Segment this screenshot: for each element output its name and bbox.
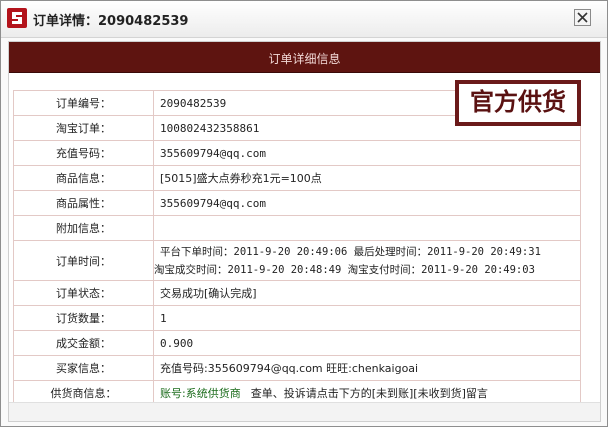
product-info-label: 商品信息： bbox=[13, 165, 154, 191]
app-logo-icon bbox=[7, 8, 27, 28]
buyer-info-label: 买家信息： bbox=[13, 355, 154, 381]
buyer-info-value: 充值号码:355609794@qq.com 旺旺:chenkaigoai bbox=[153, 355, 581, 381]
order-time-line-2: 淘宝成交时间：2011-9-20 20:48:49 淘宝支付时间：2011-9-… bbox=[154, 263, 535, 276]
order-status-label: 订单状态： bbox=[13, 280, 154, 306]
close-icon bbox=[577, 12, 588, 23]
close-button[interactable] bbox=[574, 9, 591, 26]
deal-amount-label: 成交金额： bbox=[13, 330, 154, 356]
supplier-account: 账号:系统供货商 bbox=[160, 387, 241, 400]
order-qty-label: 订货数量： bbox=[13, 305, 154, 331]
dialog-content: 订单详细信息 官方供货 订单编号： 2090482539 淘宝订单： 10080… bbox=[8, 41, 601, 422]
dialog-footer bbox=[9, 402, 600, 421]
table-row: 订单时间： 平台下单时间：2011-9-20 20:49:06 最后处理时间：2… bbox=[13, 240, 581, 281]
order-time-label: 订单时间： bbox=[13, 240, 154, 281]
table-row: 商品信息： [5015]盛大点券秒充1元=100点 bbox=[13, 165, 581, 191]
dialog-titlebar: 订单详情：2090482539 bbox=[1, 1, 607, 38]
extra-info-label: 附加信息： bbox=[13, 215, 154, 241]
order-time-line-1: 平台下单时间：2011-9-20 20:49:06 最后处理时间：2011-9-… bbox=[160, 245, 541, 258]
order-status-value: 交易成功[确认完成] bbox=[153, 280, 581, 306]
deal-amount-value: 0.900 bbox=[153, 330, 581, 356]
table-row: 充值号码： 355609794@qq.com bbox=[13, 140, 581, 166]
recharge-number-value: 355609794@qq.com bbox=[153, 140, 581, 166]
extra-info-value bbox=[153, 215, 581, 241]
order-no-label: 订单编号： bbox=[13, 90, 154, 116]
table-row: 订货数量： 1 bbox=[13, 305, 581, 331]
taobao-order-label: 淘宝订单： bbox=[13, 115, 154, 141]
table-row: 成交金额： 0.900 bbox=[13, 330, 581, 356]
official-supply-stamp: 官方供货 bbox=[455, 80, 581, 126]
table-row: 商品属性： 355609794@qq.com bbox=[13, 190, 581, 216]
order-time-value: 平台下单时间：2011-9-20 20:49:06 最后处理时间：2011-9-… bbox=[153, 240, 581, 281]
table-row: 买家信息： 充值号码:355609794@qq.com 旺旺:chenkaigo… bbox=[13, 355, 581, 381]
product-attr-label: 商品属性： bbox=[13, 190, 154, 216]
product-info-value: [5015]盛大点券秒充1元=100点 bbox=[153, 165, 581, 191]
order-detail-dialog: 订单详情：2090482539 订单详细信息 官方供货 订单编号： 209048… bbox=[0, 0, 608, 427]
supplier-note: 查单、投诉请点击下方的[未到账][未收到货]留言 bbox=[250, 387, 488, 400]
order-qty-value: 1 bbox=[153, 305, 581, 331]
section-banner: 订单详细信息 bbox=[9, 42, 600, 73]
recharge-number-label: 充值号码： bbox=[13, 140, 154, 166]
section-title: 订单详细信息 bbox=[268, 52, 341, 66]
order-detail-table: 订单编号： 2090482539 淘宝订单： 100802432358861 充… bbox=[13, 90, 581, 406]
table-row: 订单状态： 交易成功[确认完成] bbox=[13, 280, 581, 306]
dialog-title: 订单详情：2090482539 bbox=[33, 14, 189, 29]
product-attr-value: 355609794@qq.com bbox=[153, 190, 581, 216]
table-row: 附加信息： bbox=[13, 215, 581, 241]
